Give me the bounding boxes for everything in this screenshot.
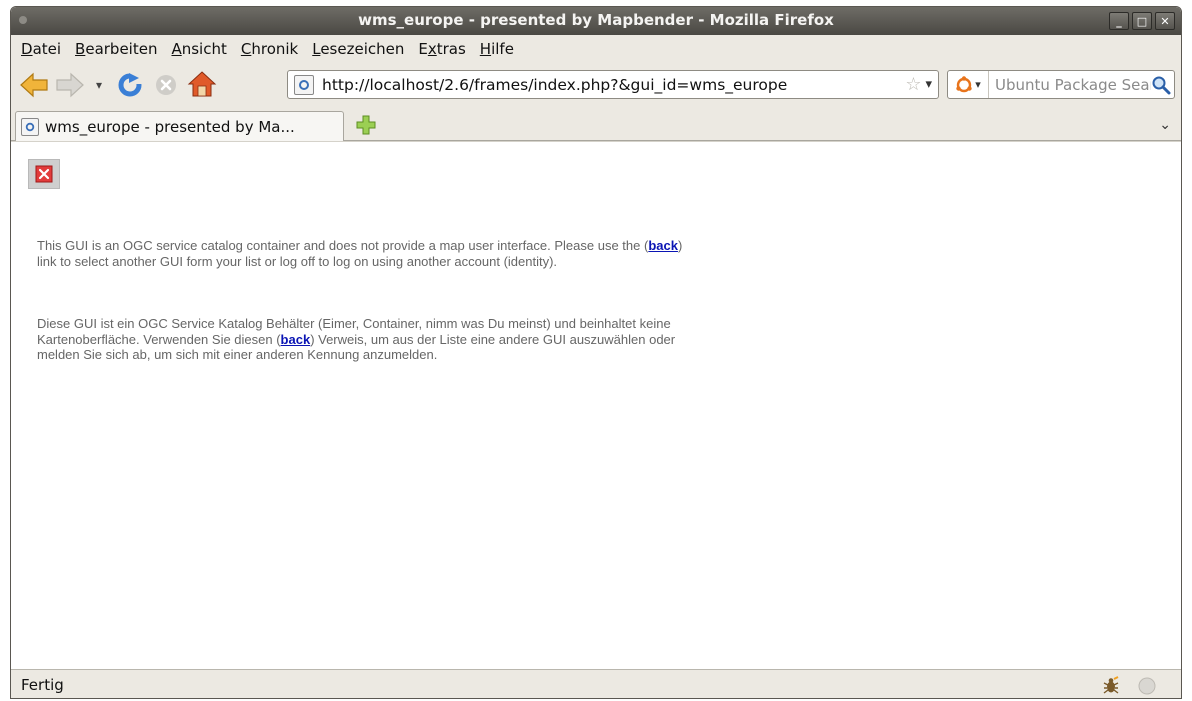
title-bar[interactable]: wms_europe - presented by Mapbender - Mo…	[11, 7, 1181, 35]
chevron-down-icon: ⌄	[1159, 117, 1171, 133]
broken-image-icon	[28, 159, 60, 189]
back-link[interactable]: back	[648, 238, 678, 253]
tab-label: wms_europe - presented by Ma...	[45, 118, 295, 136]
home-icon	[187, 71, 217, 97]
browser-window: wms_europe - presented by Mapbender - Mo…	[10, 6, 1182, 699]
window-title: wms_europe - presented by Mapbender - Mo…	[358, 11, 834, 29]
stop-button[interactable]	[151, 71, 181, 99]
forward-button[interactable]	[53, 71, 87, 99]
home-button[interactable]	[185, 69, 219, 99]
close-icon[interactable]: ✕	[1155, 12, 1175, 30]
menu-lesezeichen[interactable]: Lesezeichen	[312, 40, 404, 58]
menu-ansicht[interactable]: Ansicht	[171, 40, 226, 58]
search-input[interactable]: Ubuntu Package Search	[995, 76, 1151, 94]
back-button[interactable]	[17, 71, 51, 99]
status-text: Fertig	[21, 676, 64, 694]
history-dropdown[interactable]: ▾	[89, 75, 109, 95]
menu-bearbeiten[interactable]: Bearbeiten	[75, 40, 157, 58]
window-controls: _ □ ✕	[1109, 12, 1175, 30]
page-content: This GUI is an OGC service catalog conta…	[11, 141, 1181, 670]
info-paragraph-en: This GUI is an OGC service catalog conta…	[37, 238, 683, 269]
reload-button[interactable]	[115, 71, 145, 99]
maximize-icon[interactable]: □	[1132, 12, 1152, 30]
url-dropdown-icon[interactable]: ▾	[925, 77, 932, 92]
menu-bar: Datei Bearbeiten Ansicht Chronik Lesezei…	[11, 35, 1181, 63]
back-link[interactable]: back	[281, 332, 311, 347]
bookmark-star-icon[interactable]: ☆	[905, 74, 921, 95]
tab-bar: wms_europe - presented by Ma... ⌄	[11, 107, 1181, 142]
search-engine-selector[interactable]: ▾	[948, 71, 989, 98]
tab-favicon-icon	[21, 118, 39, 136]
arrow-left-icon	[20, 72, 48, 98]
tab-wms-europe[interactable]: wms_europe - presented by Ma...	[15, 111, 344, 142]
new-tab-button[interactable]	[356, 115, 376, 139]
url-text[interactable]: http://localhost/2.6/frames/index.php?&g…	[322, 76, 905, 94]
bug-icon[interactable]	[1101, 676, 1121, 696]
site-identity-icon[interactable]	[294, 74, 314, 95]
reload-icon	[118, 72, 143, 97]
menu-hilfe[interactable]: Hilfe	[480, 40, 514, 58]
stop-icon	[156, 75, 176, 95]
status-bar: Fertig	[11, 669, 1181, 698]
search-bar: ▾ Ubuntu Package Search	[947, 70, 1175, 99]
connection-status-icon[interactable]	[1137, 676, 1157, 696]
status-icons	[1101, 676, 1157, 696]
menu-extras[interactable]: Extras	[418, 40, 465, 58]
info-paragraph-de: Diese GUI ist ein OGC Service Katalog Be…	[37, 316, 676, 362]
chevron-down-icon: ▾	[975, 78, 981, 91]
minimize-icon[interactable]: _	[1109, 12, 1129, 30]
arrow-right-icon	[56, 72, 84, 98]
menu-chronik[interactable]: Chronik	[241, 40, 298, 58]
ubuntu-logo-icon	[956, 75, 972, 92]
navigation-toolbar: ▾ http://localhost/2.6/frames/index.php?…	[11, 63, 1181, 107]
url-bar[interactable]: http://localhost/2.6/frames/index.php?&g…	[287, 70, 939, 99]
search-icon[interactable]	[1151, 75, 1171, 95]
menu-datei[interactable]: Datei	[21, 40, 61, 58]
tab-list-button[interactable]: ⌄	[1159, 117, 1171, 133]
chevron-down-icon: ▾	[95, 78, 103, 92]
plus-icon	[356, 115, 376, 135]
